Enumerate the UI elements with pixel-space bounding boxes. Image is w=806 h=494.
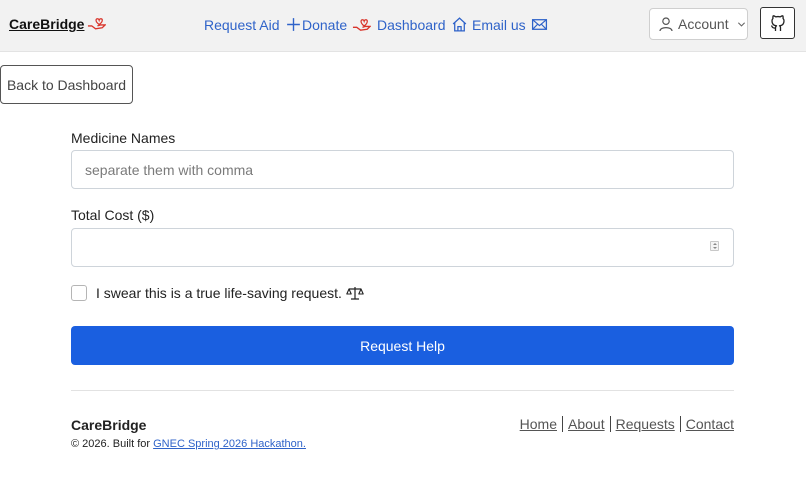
true-request-checkbox[interactable] <box>71 285 87 301</box>
true-request-text: I swear this is a true life-saving reque… <box>96 285 342 301</box>
brand-logo[interactable]: CareBridge <box>9 16 107 32</box>
number-spinner[interactable] <box>710 241 719 251</box>
footer-brand: CareBridge <box>71 417 147 433</box>
back-to-dashboard-button[interactable]: Back to Dashboard <box>0 65 133 104</box>
medicine-names-input[interactable] <box>71 150 734 189</box>
nav-email-us-label: Email us <box>472 16 526 33</box>
medicine-names-label: Medicine Names <box>71 130 176 146</box>
nav-donate-label: Donate <box>302 16 348 33</box>
hackathon-link[interactable]: GNEC Spring 2026 Hackathon. <box>153 438 306 450</box>
footer-link-about[interactable]: About <box>568 416 605 432</box>
nav-email-us[interactable]: Email us <box>472 16 548 33</box>
footer-separator <box>609 416 611 432</box>
plus-icon <box>286 18 300 31</box>
account-label: Account <box>678 16 729 32</box>
footer-link-requests[interactable]: Requests <box>616 416 675 432</box>
nav-request-aid[interactable]: Request Aid <box>204 16 302 33</box>
footer-separator <box>562 416 563 432</box>
account-dropdown[interactable]: Account <box>649 8 748 40</box>
footer-divider <box>71 390 734 391</box>
footer-separator <box>679 416 681 432</box>
footer-link-contact[interactable]: Contact <box>686 416 734 432</box>
total-cost-label: Total Cost ($) <box>71 207 155 223</box>
chevron-down-icon <box>737 21 745 27</box>
nav-dashboard[interactable]: Dashboard <box>377 16 468 33</box>
total-cost-input[interactable] <box>71 228 734 267</box>
navbar: CareBridge Request Aid Donate Dashboard … <box>0 0 806 52</box>
request-help-button[interactable]: Request Help <box>71 326 734 365</box>
hand-heart-icon <box>353 19 372 31</box>
footer-links: Home About Requests Contact <box>520 416 734 432</box>
nav-dashboard-label: Dashboard <box>377 16 446 33</box>
envelope-icon <box>531 19 547 30</box>
copyright-text: © 2026. Built for <box>71 438 151 450</box>
nav-donate[interactable]: Donate <box>302 16 372 33</box>
true-request-label: I swear this is a true life-saving reque… <box>96 285 364 301</box>
footer-copyright: © 2026. Built for GNEC Spring 2026 Hacka… <box>71 438 306 450</box>
house-icon <box>452 17 466 32</box>
hand-heart-icon <box>88 18 107 30</box>
github-icon <box>770 15 785 31</box>
brand-name: CareBridge <box>9 16 85 32</box>
scales-icon <box>346 287 364 300</box>
nav-request-aid-label: Request Aid <box>204 16 280 33</box>
user-icon <box>659 17 673 32</box>
github-button[interactable] <box>760 7 795 39</box>
footer-link-home[interactable]: Home <box>520 416 557 432</box>
